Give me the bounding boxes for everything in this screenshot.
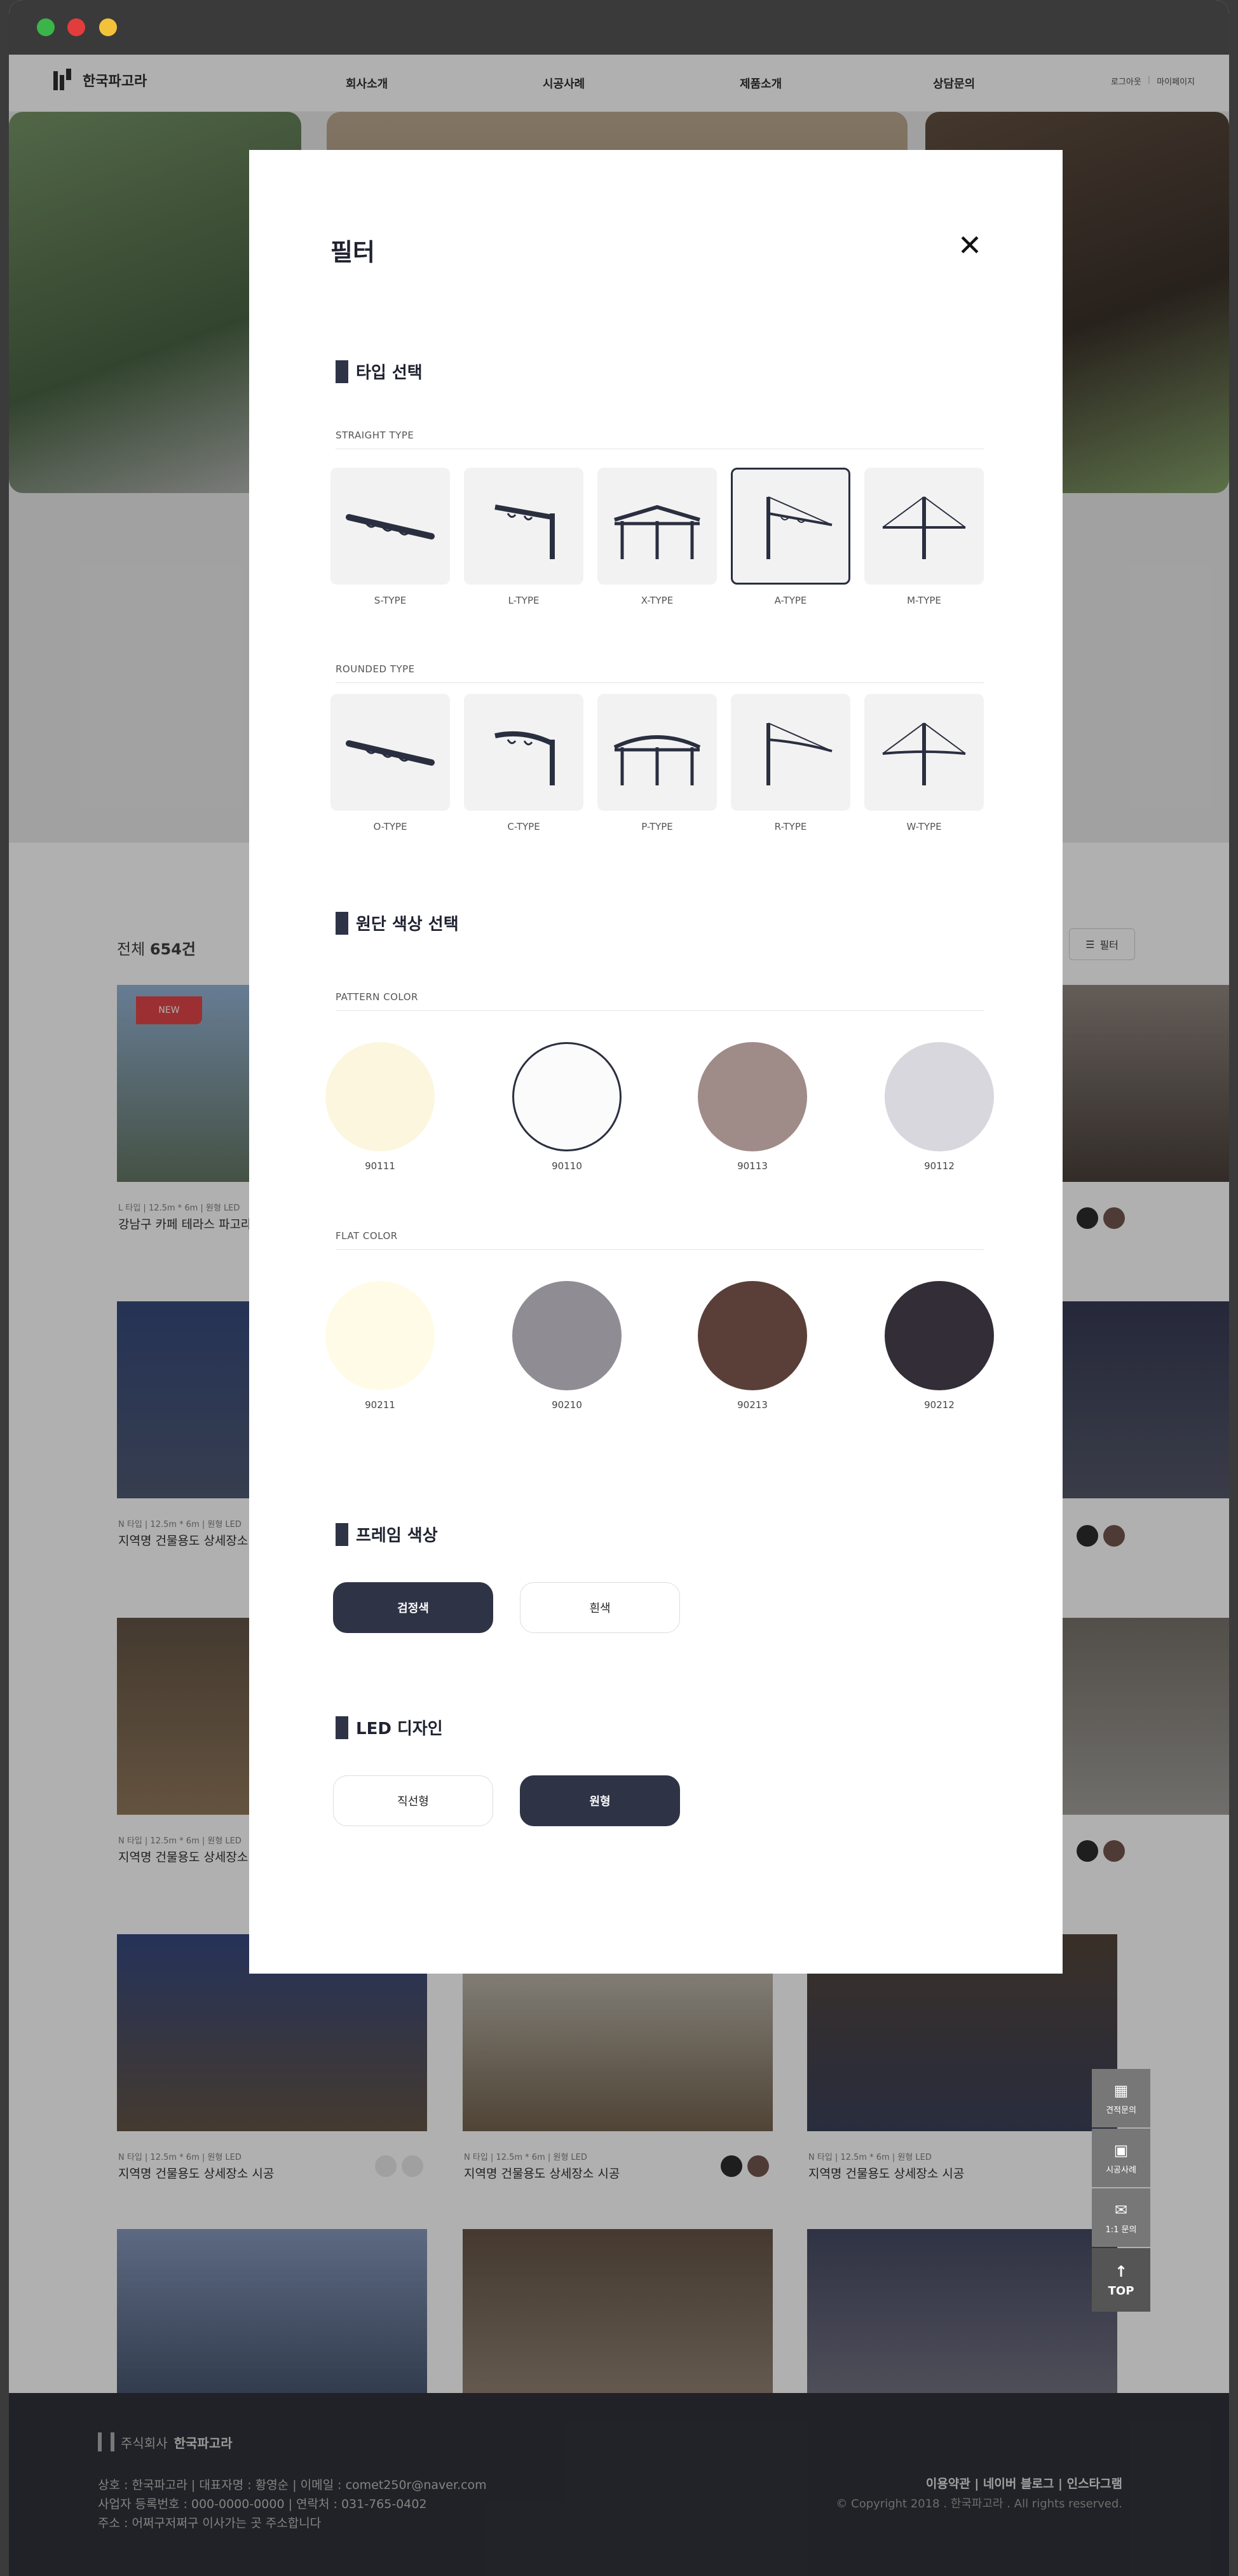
section-marker [336, 1522, 348, 1546]
type-label: S-TYPE [374, 595, 407, 606]
led-section-title: LED 디자인 [336, 1716, 443, 1739]
inquiry-float-label: 1:1 문의 [1105, 2225, 1137, 2235]
fabric-color-90110[interactable] [512, 1042, 622, 1151]
p-type-icon [613, 735, 701, 785]
divider [336, 1010, 984, 1011]
section-marker [336, 1716, 348, 1739]
fabric-color-90212[interactable] [885, 1281, 994, 1390]
quote-float-button[interactable]: ▦ 견적문의 [1092, 2069, 1150, 2127]
color-code: 90213 [737, 1399, 768, 1411]
inquiry-float-button[interactable]: ✉ 1:1 문의 [1092, 2188, 1150, 2247]
type-section-label: 타입 선택 [356, 363, 423, 383]
fabric-color-90210[interactable] [512, 1281, 622, 1390]
type-label: W-TYPE [906, 821, 942, 832]
type-option-a[interactable] [731, 468, 850, 585]
type-label: P-TYPE [641, 821, 673, 832]
close-icon[interactable]: ✕ [955, 230, 985, 261]
window-maximize-dot[interactable] [37, 18, 55, 36]
window-close-dot[interactable] [67, 18, 85, 36]
type-option-c[interactable] [464, 694, 583, 811]
color-code: 90210 [552, 1399, 582, 1411]
divider [336, 1249, 984, 1250]
type-option-p[interactable] [597, 694, 717, 811]
arrow-up-icon: ↑ [1114, 2262, 1128, 2281]
x-type-icon [614, 505, 700, 559]
type-option-w[interactable] [864, 694, 984, 811]
section-marker [336, 360, 348, 383]
chat-icon: ✉ [1114, 2200, 1128, 2219]
rounded-type-label: ROUNDED TYPE [336, 663, 415, 675]
led-option-linear[interactable]: 직선형 [333, 1775, 493, 1826]
w-type-icon [882, 722, 966, 785]
color-code: 90112 [924, 1160, 955, 1172]
top-button-label: TOP [1108, 2284, 1134, 2298]
fabric-section-label: 원단 색상 선택 [356, 915, 459, 934]
c-type-icon [494, 731, 555, 785]
type-option-r[interactable] [731, 694, 850, 811]
frame-option-white[interactable]: 흰색 [520, 1582, 680, 1633]
color-code: 90111 [365, 1160, 395, 1172]
fabric-color-90113[interactable] [698, 1042, 807, 1151]
image-icon: ▣ [1113, 2141, 1129, 2159]
frame-section-title: 프레임 색상 [336, 1522, 438, 1546]
color-code: 90212 [924, 1399, 955, 1411]
frame-section-label: 프레임 색상 [356, 1526, 438, 1545]
filter-modal: 필터 ✕ 타입 선택 STRAIGHT TYPE S-TYPE L-TYPE X… [249, 150, 1063, 1974]
led-option-round[interactable]: 원형 [520, 1775, 680, 1826]
fabric-color-90211[interactable] [325, 1281, 435, 1390]
section-marker [336, 911, 348, 935]
fabric-color-90111[interactable] [325, 1042, 435, 1151]
a-type-icon [766, 496, 833, 559]
type-label: A-TYPE [774, 595, 807, 606]
type-label: O-TYPE [373, 821, 407, 832]
modal-title: 필터 [330, 238, 375, 266]
quote-float-label: 견적문의 [1106, 2105, 1136, 2115]
pattern-color-label: PATTERN COLOR [336, 991, 418, 1003]
cases-float-button[interactable]: ▣ 시공사례 [1092, 2129, 1150, 2187]
r-type-icon [766, 722, 833, 785]
fabric-color-90112[interactable] [885, 1042, 994, 1151]
flat-color-label: FLAT COLOR [336, 1230, 398, 1242]
led-section-label: LED 디자인 [356, 1719, 443, 1739]
fabric-section-title: 원단 색상 선택 [336, 911, 459, 935]
divider [336, 682, 984, 683]
fabric-color-90213[interactable] [698, 1281, 807, 1390]
color-code: 90113 [737, 1160, 768, 1172]
type-option-o[interactable] [330, 694, 450, 811]
browser-window: 한국파고라 회사소개 시공사례 제품소개 상담문의 로그아웃 | 마이페이지 전… [9, 0, 1229, 2576]
window-minimize-dot[interactable] [99, 18, 117, 36]
type-option-s[interactable] [330, 468, 450, 585]
type-option-x[interactable] [597, 468, 717, 585]
s-type-icon [346, 514, 435, 539]
color-code: 90211 [365, 1399, 395, 1411]
type-label: X-TYPE [641, 595, 674, 606]
frame-option-black[interactable]: 검정색 [333, 1582, 493, 1633]
type-label: R-TYPE [774, 821, 807, 832]
type-label: M-TYPE [907, 595, 941, 606]
type-label: C-TYPE [507, 821, 540, 832]
type-section-title: 타입 선택 [336, 360, 423, 383]
type-option-m[interactable] [864, 468, 984, 585]
o-type-icon [346, 740, 435, 766]
type-label: L-TYPE [508, 595, 540, 606]
m-type-icon [882, 496, 966, 559]
straight-type-label: STRAIGHT TYPE [336, 430, 414, 441]
top-button[interactable]: ↑ TOP [1092, 2248, 1150, 2312]
browser-chrome [9, 0, 1229, 55]
type-option-l[interactable] [464, 468, 583, 585]
l-type-icon [494, 505, 555, 559]
cases-float-label: 시공사례 [1106, 2165, 1136, 2175]
color-code: 90110 [552, 1160, 582, 1172]
calculator-icon: ▦ [1113, 2081, 1129, 2099]
